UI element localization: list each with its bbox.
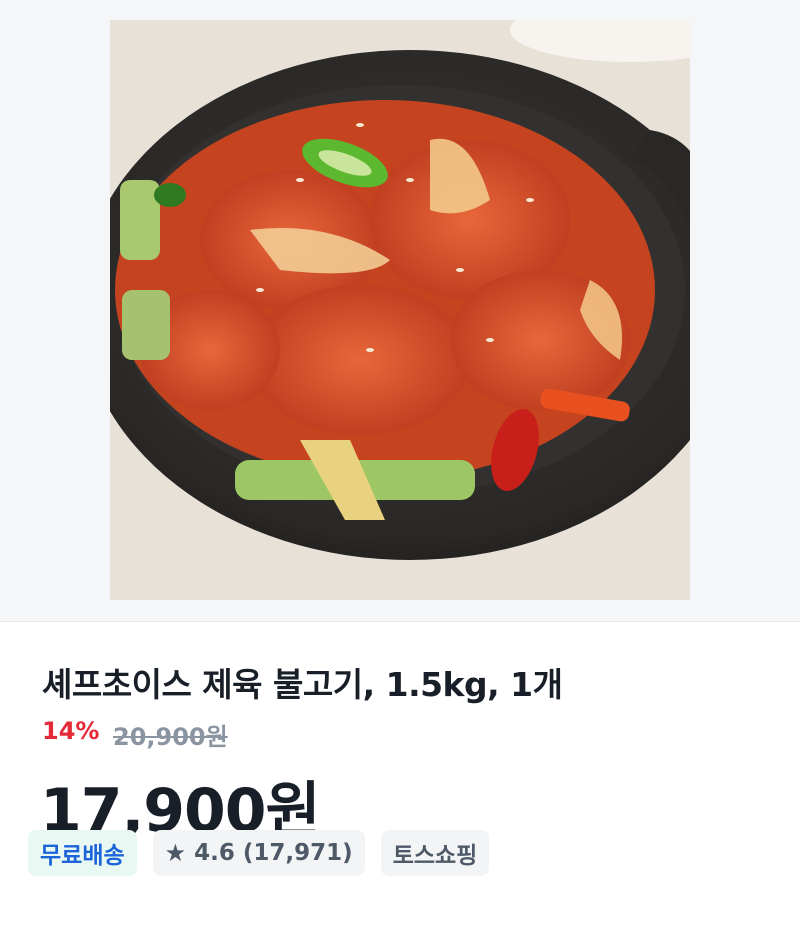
star-icon: ★ (164, 839, 187, 867)
product-image-area (0, 0, 800, 622)
rating-badge[interactable]: ★ 4.6 (17,971) (152, 830, 365, 876)
badge-row: 무료배송 ★ 4.6 (17,971) 토스쇼핑 (28, 830, 490, 876)
free-shipping-label: 무료배송 (40, 843, 125, 869)
seller-label: 토스쇼핑 (392, 843, 478, 869)
seller-badge[interactable]: 토스쇼핑 (380, 830, 490, 876)
original-price: 20,900원 (113, 723, 228, 751)
discount-rate: 14% (42, 717, 100, 745)
product-image[interactable] (110, 20, 690, 600)
product-title[interactable]: 셰프초이스 제육 불고기, 1.5kg, 1개 (42, 658, 563, 706)
product-photo-illustration (110, 20, 690, 600)
review-count: (17,971) (242, 840, 353, 866)
rating-value: 4.6 (194, 840, 235, 866)
free-shipping-badge: 무료배송 (28, 830, 137, 876)
